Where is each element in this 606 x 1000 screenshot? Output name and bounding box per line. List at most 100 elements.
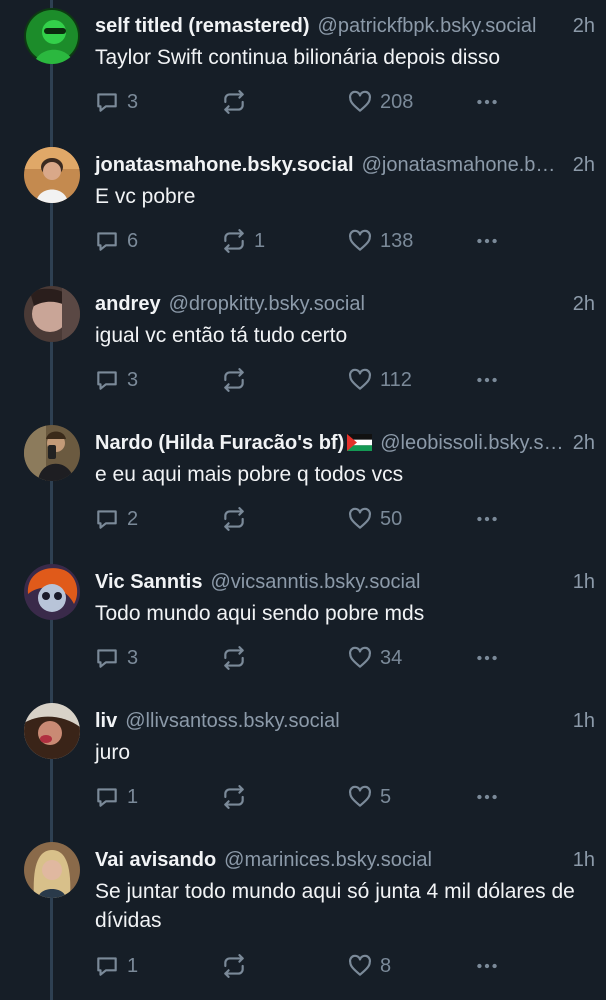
- repost-button[interactable]: [221, 783, 254, 811]
- post-header: jonatasmahone.bsky.social @jonatasmahone…: [95, 151, 595, 179]
- post-item[interactable]: Vai avisando @marinices.bsky.social 1h S…: [0, 834, 606, 1000]
- more-icon: [477, 655, 497, 661]
- post-actions: 6 1 138: [0, 227, 606, 255]
- reply-icon: [97, 232, 117, 251]
- like-button[interactable]: 5: [347, 783, 391, 811]
- like-count: 138: [380, 229, 414, 252]
- avatar[interactable]: [24, 425, 80, 481]
- post-actions: 3 112: [0, 366, 606, 394]
- repost-button[interactable]: [221, 505, 254, 533]
- repost-button[interactable]: [221, 88, 254, 116]
- post-actions: 1 5: [0, 783, 606, 811]
- author-handle[interactable]: @vicsanntis.bsky.social: [210, 568, 564, 596]
- avatar[interactable]: [24, 564, 80, 620]
- author-handle[interactable]: @marinices.bsky.social: [224, 846, 565, 874]
- more-options-button[interactable]: [474, 227, 500, 255]
- reply-count: 3: [127, 646, 139, 669]
- author-name[interactable]: Nardo (Hilda Furacão's bf): [95, 429, 373, 457]
- author-handle[interactable]: @patrickfbpk.bsky.social: [318, 12, 565, 40]
- avatar[interactable]: [24, 8, 80, 64]
- repost-button[interactable]: [221, 644, 254, 672]
- reply-count: 2: [127, 507, 139, 530]
- heart-icon: [349, 954, 371, 976]
- post-time[interactable]: 1h: [573, 707, 595, 735]
- reply-button[interactable]: 3: [94, 88, 138, 116]
- avatar[interactable]: [24, 286, 80, 342]
- reply-icon: [97, 371, 117, 390]
- reply-button[interactable]: 3: [94, 366, 138, 394]
- post-actions: 3 34: [0, 644, 606, 672]
- like-button[interactable]: 8: [347, 952, 391, 980]
- more-icon: [477, 516, 497, 522]
- post-actions: 1 8: [0, 952, 606, 980]
- reply-button[interactable]: 3: [94, 644, 138, 672]
- post-time[interactable]: 1h: [573, 568, 595, 596]
- post-time[interactable]: 1h: [573, 846, 595, 874]
- post-time[interactable]: 2h: [573, 429, 595, 457]
- reply-button[interactable]: 2: [94, 505, 138, 533]
- reply-button[interactable]: 6: [94, 227, 138, 255]
- author-name[interactable]: Vai avisando: [95, 846, 216, 874]
- author-name[interactable]: self titled (remastered): [95, 12, 310, 40]
- like-button[interactable]: 112: [347, 366, 412, 394]
- author-handle[interactable]: @dropkitty.bsky.social: [169, 290, 565, 318]
- author-name[interactable]: jonatasmahone.bsky.social: [95, 151, 354, 179]
- repost-icon: [224, 229, 244, 253]
- like-count: 50: [380, 507, 403, 530]
- post-header: self titled (remastered) @patrickfbpk.bs…: [95, 12, 595, 40]
- repost-button[interactable]: [221, 952, 254, 980]
- like-button[interactable]: 138: [347, 227, 413, 255]
- palestine-flag-icon: [347, 431, 373, 451]
- reply-button[interactable]: 1: [94, 783, 138, 811]
- heart-icon: [349, 229, 371, 251]
- author-handle[interactable]: @jonatasmahone.bsky.social: [362, 151, 565, 179]
- repost-button[interactable]: [221, 366, 254, 394]
- heart-icon: [349, 507, 371, 529]
- reply-count: 1: [127, 785, 139, 808]
- post-text: Todo mundo aqui sendo pobre mds: [95, 602, 425, 625]
- author-name[interactable]: Vic Sanntis: [95, 568, 202, 596]
- reply-icon: [97, 93, 117, 112]
- reply-icon: [97, 649, 117, 668]
- author-name[interactable]: liv: [95, 707, 117, 735]
- post-item[interactable]: liv @llivsantoss.bsky.social 1h juro 1 5: [0, 695, 606, 834]
- more-options-button[interactable]: [474, 952, 500, 980]
- repost-icon: [224, 368, 244, 392]
- more-options-button[interactable]: [474, 505, 500, 533]
- post-item[interactable]: self titled (remastered) @patrickfbpk.bs…: [0, 0, 606, 139]
- like-button[interactable]: 50: [347, 505, 402, 533]
- post-item[interactable]: andrey @dropkitty.bsky.social 2h igual v…: [0, 278, 606, 417]
- author-name[interactable]: andrey: [95, 290, 161, 318]
- post-time[interactable]: 2h: [573, 290, 595, 318]
- avatar[interactable]: [24, 147, 80, 203]
- avatar[interactable]: [24, 842, 80, 898]
- reply-count: 3: [127, 368, 139, 391]
- like-button[interactable]: 208: [347, 88, 413, 116]
- more-options-button[interactable]: [474, 644, 500, 672]
- repost-icon: [224, 646, 244, 670]
- avatar[interactable]: [24, 703, 80, 759]
- repost-icon: [224, 90, 244, 114]
- more-icon: [477, 238, 497, 244]
- post-header: Vai avisando @marinices.bsky.social 1h: [95, 846, 595, 874]
- more-options-button[interactable]: [474, 366, 500, 394]
- author-handle[interactable]: @leobissoli.bsky.social: [380, 429, 565, 457]
- reply-button[interactable]: 1: [94, 952, 138, 980]
- author-handle[interactable]: @llivsantoss.bsky.social: [125, 707, 565, 735]
- repost-icon: [224, 507, 244, 531]
- like-button[interactable]: 34: [347, 644, 402, 672]
- post-time[interactable]: 2h: [573, 12, 595, 40]
- post-text: Taylor Swift continua bilionária depois …: [95, 46, 501, 69]
- post-header: Vic Sanntis @vicsanntis.bsky.social 1h: [95, 568, 595, 596]
- post-item[interactable]: Nardo (Hilda Furacão's bf) @leobissoli.b…: [0, 417, 606, 556]
- heart-icon: [349, 785, 371, 807]
- post-time[interactable]: 2h: [573, 151, 595, 179]
- more-icon: [477, 99, 497, 105]
- post-header: andrey @dropkitty.bsky.social 2h: [95, 290, 595, 318]
- post-item[interactable]: Vic Sanntis @vicsanntis.bsky.social 1h T…: [0, 556, 606, 695]
- more-options-button[interactable]: [474, 783, 500, 811]
- more-icon: [477, 794, 497, 800]
- more-options-button[interactable]: [474, 88, 500, 116]
- post-item[interactable]: jonatasmahone.bsky.social @jonatasmahone…: [0, 139, 606, 278]
- repost-button[interactable]: 1: [221, 227, 265, 255]
